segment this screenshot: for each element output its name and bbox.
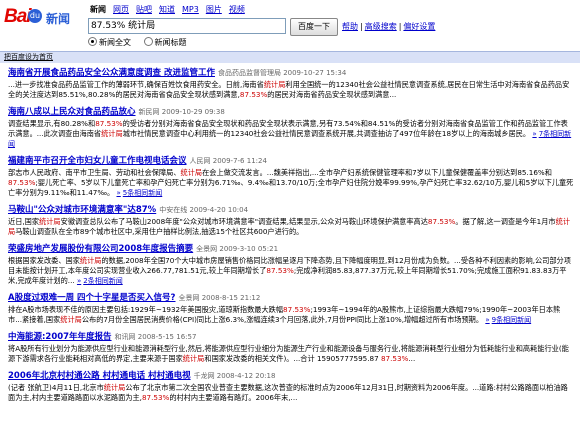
result-source: 千龙网 2008-4-12 20:18 — [193, 372, 276, 380]
arrow-right-icon: » — [485, 316, 490, 324]
result-source: 人民网 2009-7-6 11:24 — [189, 157, 267, 165]
search-input[interactable]: 87.53% 统计局 — [88, 18, 286, 34]
result-title-row: 福建南平市召开全市妇女儿童工作电视电话会议 人民网 2009-7-6 11:24 — [8, 156, 574, 167]
keyword-highlight: 统计局 — [103, 383, 126, 392]
keyword-highlight: 统计局 — [263, 80, 286, 89]
result-item: 马鞍山"公众对城市环境满意率"达87% 中安在线 2009-4-20 10:04 近… — [8, 205, 574, 237]
baidu-news-logo[interactable]: Bai 新闻 — [4, 6, 72, 30]
result-snippet: 部志市人民政府、南平市卫生局、劳动和社会保障局、统计局在会上做交流发言。...魏… — [8, 168, 574, 197]
result-title-row: 中海能源:2007年年度报告 和讯网 2008-5-15 16:57 — [8, 332, 574, 343]
result-title-link[interactable]: 海南八成以上民众对食品药品放心 — [8, 107, 136, 117]
link-separator: | — [360, 22, 363, 31]
tab-3[interactable]: 知道 — [159, 5, 175, 14]
keyword-highlight: 87.53% — [283, 305, 311, 314]
result-source: 食品药品监督管理局 2009-10-27 15:34 — [217, 69, 347, 77]
keyword-highlight: 87.53% — [380, 354, 409, 363]
result-snippet: 近日,国家统计局安徽调查总队公布了马鞍山2008年度"公众对城市环境满意率"调查… — [8, 217, 571, 236]
result-item: A股度过艰难一周 四个十字星是否买入信号? 全景网 2008-8-15 21:12… — [8, 293, 574, 325]
keyword-highlight: 87.53% — [239, 90, 268, 99]
keyword-highlight: 统计局 — [101, 129, 123, 138]
same-news-link[interactable]: » 7条相同新闻 — [8, 130, 571, 148]
keyword-highlight: 统计局 — [182, 354, 205, 363]
paw-icon — [28, 9, 42, 23]
tab-0[interactable]: 新闻 — [90, 5, 106, 14]
result-title-row: 2006年北京村村通公路 村村通电话 村村通电视 千龙网 2008-4-12 20… — [8, 371, 574, 382]
radio-title[interactable]: 新闻标题 — [143, 37, 187, 47]
keyword-highlight: 87.53% — [427, 217, 456, 226]
radio-unchecked-icon — [143, 37, 153, 46]
header: Bai 新闻 新闻网页贴吧知道MP3图片视频 87.53% 统计局 百度一下 帮… — [0, 0, 580, 50]
result-title-row: 马鞍山"公众对城市环境满意率"达87% 中安在线 2009-4-20 10:04 — [8, 205, 574, 216]
arrow-right-icon: » — [76, 277, 82, 285]
result-item: 海南省开展食品药品安全公众满意度调查 改进监管工作 食品药品监督管理局 2009-… — [8, 68, 574, 100]
radio-fulltext-label: 新闻全文 — [99, 38, 131, 47]
keyword-highlight: 统计局 — [60, 315, 82, 324]
result-source: 全景网 2008-8-15 21:12 — [178, 294, 261, 302]
same-news-link[interactable]: » 9条相同新闻 — [485, 316, 531, 324]
result-snippet: 将A股所有行业划分为能源供应型行业和能源消耗型行业,然后,将能源供应型行业细分为… — [8, 344, 569, 363]
tab-6[interactable]: 视频 — [229, 5, 245, 14]
keyword-highlight: 统计局 — [180, 168, 203, 177]
logo-text: Bai — [4, 6, 32, 27]
result-title-link[interactable]: 中海能源:2007年年度报告 — [8, 332, 112, 342]
link-separator: | — [398, 22, 402, 31]
radio-checked-icon — [88, 37, 97, 46]
result-item: 海南八成以上民众对食品药品放心 新民网 2009-10-29 09:38 调查结果显… — [8, 107, 574, 149]
same-news-link[interactable]: » 5条相同新闻 — [116, 189, 162, 197]
keyword-highlight: 统计局 — [39, 217, 61, 226]
result-source: 中安在线 2009-4-20 10:04 — [159, 206, 249, 214]
result-title-row: 荣盛房地产发展股份有限公司2008年度报告摘要 全景网 2009-3-10 05:… — [8, 244, 574, 255]
result-title-link[interactable]: 马鞍山"公众对城市环境满意率"达87% — [8, 205, 156, 215]
result-item: 中海能源:2007年年度报告 和讯网 2008-5-15 16:57 将A股所有行业… — [8, 332, 574, 364]
keyword-highlight: 87.53% — [266, 266, 294, 275]
result-title-link[interactable]: A股度过艰难一周 四个十字星是否买入信号? — [8, 293, 175, 303]
logo-news-text: 新闻 — [46, 12, 71, 26]
search-scope: 新闻全文 新闻标题 — [88, 37, 187, 48]
arrow-right-icon: » — [532, 130, 537, 138]
result-snippet: 调查结果显示,有80.28%和87.53%的受访者分别对海南省食品安全现状和药品… — [8, 119, 572, 148]
search-link-1[interactable]: 高级搜索 — [365, 22, 397, 31]
arrow-right-icon: » — [116, 189, 121, 197]
result-source: 新民网 2009-10-29 09:38 — [138, 108, 225, 116]
result-title-link[interactable]: 福建南平市召开全市妇女儿童工作电视电话会议 — [8, 156, 187, 166]
result-snippet: 排在A股市场表现不佳的原因主要包括:1929年~1932年美国股灾,道琼斯指数最… — [8, 305, 561, 324]
set-homepage-link[interactable]: 把百度设为首页 — [4, 52, 53, 63]
keyword-highlight: 统计局 — [79, 256, 102, 265]
keyword-highlight: 87.53% — [8, 178, 36, 187]
tab-2[interactable]: 贴吧 — [136, 5, 152, 14]
result-item: 福建南平市召开全市妇女儿童工作电视电话会议 人民网 2009-7-6 11:24 部… — [8, 156, 574, 198]
settings-bar: 把百度设为首页 — [0, 51, 580, 63]
keyword-highlight: 87.53% — [141, 393, 170, 402]
search-links: 帮助 | 高级搜索 | 偏好设置 — [342, 21, 435, 32]
tab-4[interactable]: MP3 — [182, 5, 199, 14]
result-item: 荣盛房地产发展股份有限公司2008年度报告摘要 全景网 2009-3-10 05:… — [8, 244, 574, 286]
result-title-link[interactable]: 2006年北京村村通公路 村村通电话 村村通电视 — [8, 371, 191, 381]
search-button[interactable]: 百度一下 — [290, 18, 338, 36]
search-link-0[interactable]: 帮助 — [342, 22, 358, 31]
result-title-link[interactable]: 海南省开展食品药品安全公众满意度调查 改进监管工作 — [8, 68, 215, 78]
result-snippet: 根据国家发改委、国家统计局的数据,2008年全国70个大中城市房屋销售价格同比涨… — [8, 256, 571, 285]
keyword-highlight: 87.53% — [95, 119, 123, 128]
result-title-row: A股度过艰难一周 四个十字星是否买入信号? 全景网 2008-8-15 21:12 — [8, 293, 574, 304]
result-snippet: ...进一步找准食品药品监管工作的薄弱环节,确保百姓饮食用药安全。日前,海南省统… — [8, 80, 570, 99]
result-title-row: 海南省开展食品药品安全公众满意度调查 改进监管工作 食品药品监督管理局 2009-… — [8, 68, 574, 79]
result-source: 全景网 2009-3-10 05:21 — [196, 245, 279, 253]
result-item: 2006年北京村村通公路 村村通电话 村村通电视 千龙网 2008-4-12 20… — [8, 371, 574, 403]
tab-1[interactable]: 网页 — [113, 5, 129, 14]
results-list: 海南省开展食品药品安全公众满意度调查 改进监管工作 食品药品监督管理局 2009-… — [8, 68, 574, 410]
result-title-link[interactable]: 荣盛房地产发展股份有限公司2008年度报告摘要 — [8, 244, 193, 254]
radio-title-label: 新闻标题 — [154, 38, 187, 47]
search-tabs: 新闻 网页 贴吧 知道 MP3 图片 视频 — [90, 4, 252, 15]
same-news-link[interactable]: » 2条相同新闻 — [77, 277, 123, 285]
keyword-highlight: 统计局 — [8, 217, 571, 236]
search-link-2[interactable]: 偏好设置 — [403, 22, 435, 31]
result-source: 和讯网 2008-5-15 16:57 — [114, 333, 197, 341]
tab-5[interactable]: 图片 — [206, 5, 222, 14]
result-snippet: (记者 张航卫)4月11日,北京市统计局公布了北京市第二次全国农业普查主要数据,… — [8, 383, 568, 402]
radio-fulltext[interactable]: 新闻全文 — [88, 37, 131, 47]
result-title-row: 海南八成以上民众对食品药品放心 新民网 2009-10-29 09:38 — [8, 107, 574, 118]
